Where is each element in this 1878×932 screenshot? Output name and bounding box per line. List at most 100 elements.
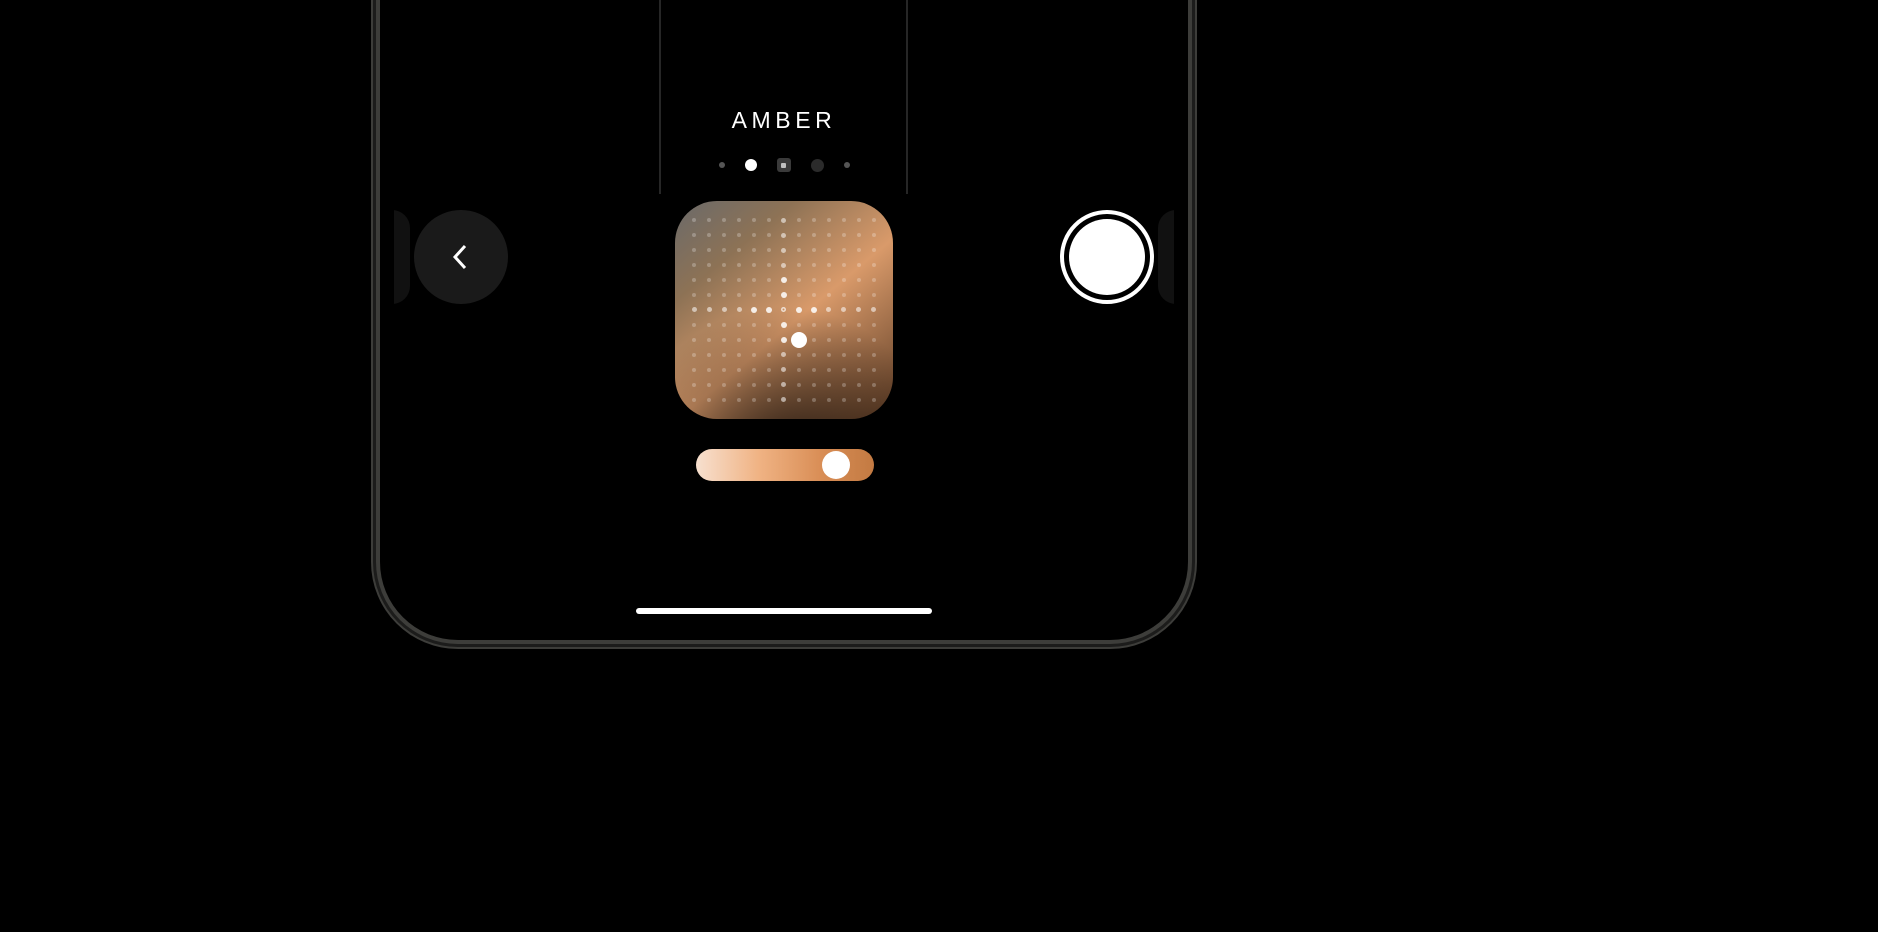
pad-dot xyxy=(692,293,696,297)
pad-dot xyxy=(737,307,742,312)
pad-dot xyxy=(737,293,741,297)
pad-dot xyxy=(707,263,711,267)
color-picker-cursor[interactable] xyxy=(791,332,807,348)
pad-dot xyxy=(827,293,831,297)
pad-dot xyxy=(722,233,726,237)
pad-dot xyxy=(722,248,726,252)
pad-dot xyxy=(842,248,846,252)
pad-dot xyxy=(722,398,726,402)
pad-dot xyxy=(857,233,861,237)
pad-dot xyxy=(842,263,846,267)
pad-dot xyxy=(781,352,786,357)
pad-dot xyxy=(751,307,757,313)
pad-dot xyxy=(752,398,756,402)
pad-dot xyxy=(797,233,801,237)
pad-dot xyxy=(857,218,861,222)
indicator-dot-3[interactable] xyxy=(811,159,824,172)
pad-dot xyxy=(812,383,816,387)
shutter-button[interactable] xyxy=(1060,210,1154,304)
color-picker-pad[interactable] xyxy=(675,201,893,419)
pad-dot xyxy=(872,323,876,327)
pad-dot xyxy=(812,338,816,342)
pad-dot xyxy=(827,248,831,252)
pad-dot xyxy=(707,368,711,372)
pad-dot xyxy=(842,383,846,387)
pad-dot xyxy=(692,263,696,267)
pad-dot xyxy=(767,398,771,402)
pad-dot xyxy=(827,278,831,282)
pad-dot xyxy=(707,307,712,312)
pad-dot xyxy=(722,353,726,357)
pad-dot xyxy=(752,233,756,237)
pad-dot xyxy=(827,233,831,237)
pad-dot xyxy=(872,338,876,342)
pad-dot xyxy=(871,307,876,312)
pad-dot xyxy=(856,307,861,312)
carousel-peek-left[interactable] xyxy=(394,210,410,304)
pad-dot xyxy=(827,323,831,327)
pad-dot xyxy=(872,383,876,387)
pad-dot xyxy=(781,367,786,372)
pad-dot xyxy=(737,278,741,282)
pad-dot xyxy=(766,307,772,313)
pad-dot xyxy=(692,323,696,327)
pad-dot xyxy=(872,218,876,222)
indicator-dot-2[interactable] xyxy=(777,158,791,172)
pad-dot xyxy=(796,307,802,313)
pad-dot xyxy=(707,293,711,297)
pad-dot xyxy=(797,293,801,297)
pad-dot xyxy=(767,233,771,237)
pad-dot xyxy=(752,368,756,372)
pad-dot xyxy=(767,353,771,357)
back-button[interactable] xyxy=(414,210,508,304)
pad-dot xyxy=(737,383,741,387)
pad-dot xyxy=(842,218,846,222)
pad-dot xyxy=(752,248,756,252)
pad-dot xyxy=(781,233,786,238)
pad-dot xyxy=(692,338,696,342)
pad-dot xyxy=(842,368,846,372)
pad-dot xyxy=(857,263,861,267)
pad-dot xyxy=(692,353,696,357)
pad-dot xyxy=(872,293,876,297)
indicator-dot-4[interactable] xyxy=(844,162,850,168)
pad-dot xyxy=(752,338,756,342)
pad-dot xyxy=(872,278,876,282)
pad-dot xyxy=(797,323,801,327)
pad-dot xyxy=(692,248,696,252)
pad-dot xyxy=(692,398,696,402)
chevron-left-icon xyxy=(446,242,476,272)
pad-dot xyxy=(737,233,741,237)
slider-knob[interactable] xyxy=(822,451,850,479)
pad-dot xyxy=(857,293,861,297)
carousel-peek-right[interactable] xyxy=(1158,210,1174,304)
pad-dot xyxy=(827,263,831,267)
pad-dot xyxy=(827,368,831,372)
pad-dot xyxy=(692,218,696,222)
pad-dot xyxy=(857,353,861,357)
pad-dot xyxy=(737,368,741,372)
pad-dot xyxy=(752,293,756,297)
pad-dot xyxy=(722,278,726,282)
home-indicator[interactable] xyxy=(636,608,932,614)
pad-dot xyxy=(842,293,846,297)
intensity-slider[interactable] xyxy=(696,449,874,481)
pad-dot xyxy=(842,398,846,402)
pad-dot xyxy=(872,248,876,252)
pad-dot xyxy=(737,338,741,342)
page-indicators[interactable] xyxy=(394,158,1174,172)
preset-label: AMBER xyxy=(394,107,1174,134)
pad-dot xyxy=(811,307,817,313)
pad-dot xyxy=(872,353,876,357)
pad-dot xyxy=(857,368,861,372)
pad-dot xyxy=(827,398,831,402)
pad-dot xyxy=(872,263,876,267)
pad-dot xyxy=(752,278,756,282)
pad-dot xyxy=(781,397,786,402)
indicator-dot-0[interactable] xyxy=(719,162,725,168)
pad-dot xyxy=(781,292,787,298)
pad-dot xyxy=(857,398,861,402)
pad-dot xyxy=(737,398,741,402)
indicator-dot-1-active[interactable] xyxy=(745,159,757,171)
pad-dot xyxy=(692,383,696,387)
